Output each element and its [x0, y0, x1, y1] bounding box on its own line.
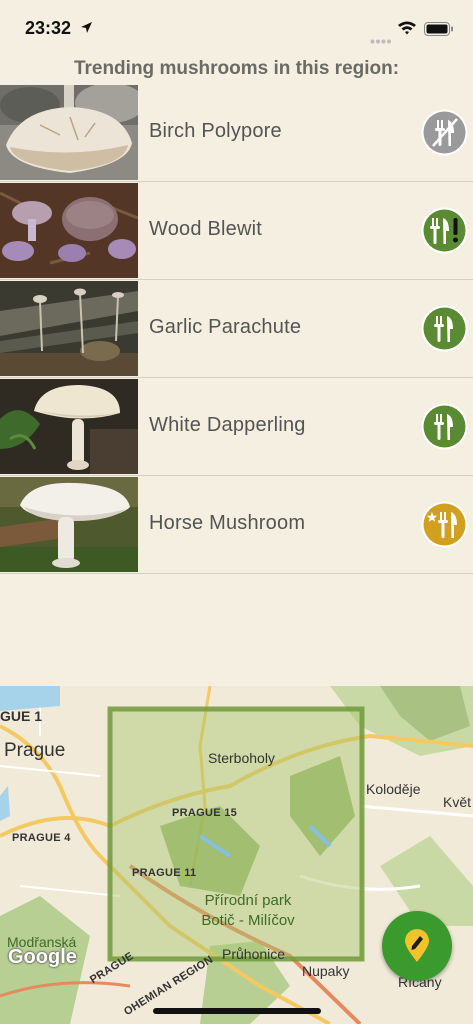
list-item[interactable]: Garlic Parachute: [0, 280, 473, 378]
report-location-button[interactable]: [382, 911, 452, 981]
map-label: Průhonice: [222, 946, 286, 962]
park-label-line: Botič - Milíčov: [201, 912, 295, 929]
list-item[interactable]: Horse Mushroom: [0, 476, 473, 574]
map-label: Nupaky: [302, 963, 350, 979]
inedible-crossed-fork-knife-icon: [421, 109, 468, 156]
pencil-location-icon: [405, 929, 429, 962]
mushroom-photo: [0, 477, 138, 572]
google-attribution: Google: [8, 946, 77, 968]
edible-fork-knife-icon: [421, 305, 468, 352]
map-label: Květ: [443, 794, 472, 810]
park-label: Přírodní park Botič - Milíčov: [196, 891, 300, 931]
map-label: Koloděje: [366, 781, 421, 797]
status-time: 23:32: [25, 18, 72, 38]
signal-dots-icon: [370, 31, 392, 49]
mushroom-name: White Dapperling: [149, 414, 306, 436]
mushroom-name: Horse Mushroom: [149, 512, 306, 534]
map-label: PRAGUE 11: [132, 867, 197, 879]
mushroom-photo: [0, 281, 138, 376]
region-map[interactable]: GUE 1 Prague PRAGUE 4 PRAGUE 15 PRAGUE 1…: [0, 686, 473, 1024]
park-label-line: Přírodní park: [204, 892, 292, 909]
mushroom-name: Wood Blewit: [149, 218, 262, 240]
choice-edible-star-fork-knife-icon: [421, 501, 468, 548]
edible-fork-knife-icon: [421, 403, 468, 450]
section-title: Trending mushrooms in this region:: [73, 58, 400, 79]
home-indicator: [153, 1008, 321, 1014]
list-item[interactable]: Wood Blewit: [0, 182, 473, 280]
wifi-icon: [397, 20, 417, 40]
list-item[interactable]: White Dapperling: [0, 378, 473, 476]
mushroom-name: Birch Polypore: [149, 120, 282, 142]
battery-icon: [424, 22, 454, 41]
mushroom-name: Garlic Parachute: [149, 316, 302, 338]
mushroom-list: Birch Polypore Wood Blewit Garlic Parach…: [0, 84, 473, 574]
location-arrow-icon: [80, 21, 93, 39]
map-label: Prague: [4, 740, 66, 761]
mushroom-photo: [0, 379, 138, 474]
list-item[interactable]: Birch Polypore: [0, 84, 473, 182]
map-label: PRAGUE 15: [172, 807, 238, 819]
map-label: Sterboholy: [208, 750, 275, 766]
edible-caution-fork-knife-icon: [421, 207, 468, 254]
map-label: GUE 1: [0, 708, 43, 724]
map-label: PRAGUE 4: [12, 832, 71, 844]
mushroom-photo: [0, 183, 138, 278]
status-bar: 23:32: [0, 0, 473, 56]
mushroom-photo: [0, 85, 138, 180]
